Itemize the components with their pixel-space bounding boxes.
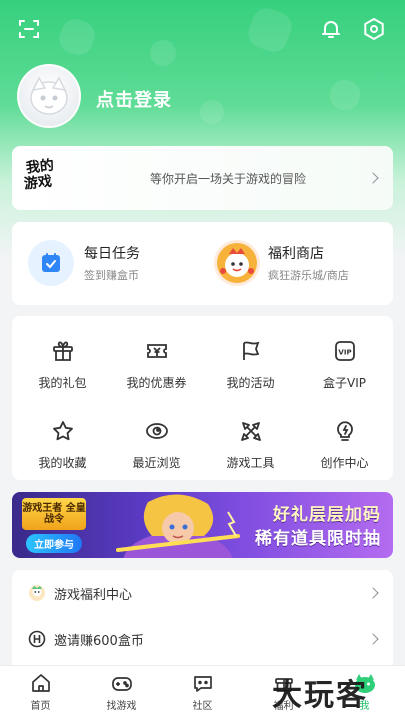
promo-badge: 游戏王者 全皇战令 — [22, 498, 86, 530]
promo-banner[interactable]: 游戏王者 全皇战令 立即参与 好礼层层加码 稀有道具限时抽 — [12, 492, 393, 558]
vip-icon: VIP — [297, 336, 392, 366]
grid-label: 我的优惠券 — [126, 376, 187, 390]
welfare-shop-item[interactable]: 福利商店 疯狂游乐城/商店 — [214, 239, 349, 287]
grid-label: 我的活动 — [226, 376, 275, 390]
tools-icon — [203, 416, 298, 446]
grid-item-favorites[interactable]: 我的收藏 — [15, 416, 110, 471]
gamepad-icon — [81, 666, 162, 694]
welfare-shop-subtitle: 疯狂游乐城/商店 — [268, 269, 349, 282]
grid-item-tools[interactable]: 游戏工具 — [203, 416, 298, 471]
star-icon — [15, 416, 110, 446]
daily-task-title: 每日任务 — [84, 246, 140, 262]
coupon-icon — [109, 336, 204, 366]
my-games-banner[interactable]: 我的 游戏 等你开启一场关于游戏的冒险 — [12, 146, 393, 210]
grid-label: 游戏工具 — [226, 456, 275, 470]
chevron-right-icon — [367, 587, 379, 599]
tab-label: 首页 — [30, 701, 51, 712]
daily-task-item[interactable]: 每日任务 签到赚盒币 — [28, 239, 140, 287]
grid-item-vip[interactable]: VIP 盒子VIP — [297, 336, 392, 391]
tasks-card: 每日任务 签到赚盒币 福利商店 疯狂游乐城/商店 — [12, 222, 393, 305]
grid-label: 最近浏览 — [132, 456, 181, 470]
tab-find-games[interactable]: 找游戏 — [81, 666, 162, 720]
settings-hexagon-icon[interactable] — [361, 16, 387, 42]
menu-list: 游戏福利中心 邀请赚600盒币 — [12, 570, 393, 665]
grid-item-recent[interactable]: 最近浏览 — [109, 416, 204, 471]
shop-mascot-icon — [214, 240, 260, 286]
daily-task-subtitle: 签到赚盒币 — [84, 269, 139, 282]
scan-icon[interactable] — [16, 16, 42, 42]
profile-header — [0, 0, 405, 260]
header-decoration — [146, 36, 180, 70]
home-icon — [0, 666, 81, 694]
promo-headline: 好礼层层加码 — [273, 505, 381, 525]
avatar[interactable] — [17, 64, 81, 128]
eye-icon — [109, 416, 204, 446]
avatar-mascot-icon — [30, 76, 68, 115]
my-games-logo: 我的 游戏 — [23, 158, 62, 194]
logo-line2: 游戏 — [23, 173, 53, 193]
banner-tagline: 等你开启一场关于游戏的冒险 — [150, 172, 307, 186]
welfare-shop-title: 福利商店 — [268, 246, 324, 262]
list-item-invite[interactable]: 邀请赚600盒币 — [12, 616, 393, 662]
game-welfare-icon — [29, 585, 45, 601]
grid-item-gift[interactable]: 我的礼包 — [15, 336, 110, 391]
header-decoration — [55, 15, 99, 59]
svg-text:VIP: VIP — [338, 349, 351, 357]
grid-label: 我的礼包 — [38, 376, 87, 390]
grid-item-coupon[interactable]: 我的优惠券 — [109, 336, 204, 391]
grid-label: 我的收藏 — [38, 456, 87, 470]
tab-community[interactable]: 社区 — [162, 666, 243, 720]
chevron-right-icon — [367, 633, 379, 645]
lightbulb-icon — [297, 416, 392, 446]
join-now-button[interactable]: 立即参与 — [26, 534, 82, 553]
list-item-label: 游戏福利中心 — [54, 587, 133, 603]
promo-subheadline: 稀有道具限时抽 — [255, 529, 381, 549]
chat-icon — [162, 666, 243, 694]
tab-label: 找游戏 — [106, 701, 137, 712]
feature-grid: 我的礼包 我的优惠券 我的活动 VIP 盒子VIP 我的收藏 最近浏览 游戏工具… — [12, 316, 393, 480]
tab-home[interactable]: 首页 — [0, 666, 81, 720]
list-item-game-welfare[interactable]: 游戏福利中心 — [12, 570, 393, 616]
bell-icon[interactable] — [318, 16, 344, 42]
calendar-icon — [28, 240, 74, 286]
coin-h-icon — [28, 630, 46, 648]
promo-character-art — [116, 494, 240, 558]
header-decoration — [196, 96, 228, 128]
gift-icon — [15, 336, 110, 366]
grid-item-activity[interactable]: 我的活动 — [203, 336, 298, 391]
grid-item-creator[interactable]: 创作中心 — [297, 416, 392, 471]
tab-label: 社区 — [192, 701, 213, 712]
grid-label: 创作中心 — [320, 456, 369, 470]
watermark: 大玩客 — [272, 678, 368, 713]
header-decoration — [325, 75, 365, 115]
login-link[interactable]: 点击登录 — [96, 86, 172, 112]
grid-label: 盒子VIP — [323, 376, 366, 390]
flag-icon — [203, 336, 298, 366]
header-decoration — [244, 4, 296, 56]
list-item-label: 邀请赚600盒币 — [54, 633, 144, 649]
chevron-right-icon — [367, 172, 379, 184]
